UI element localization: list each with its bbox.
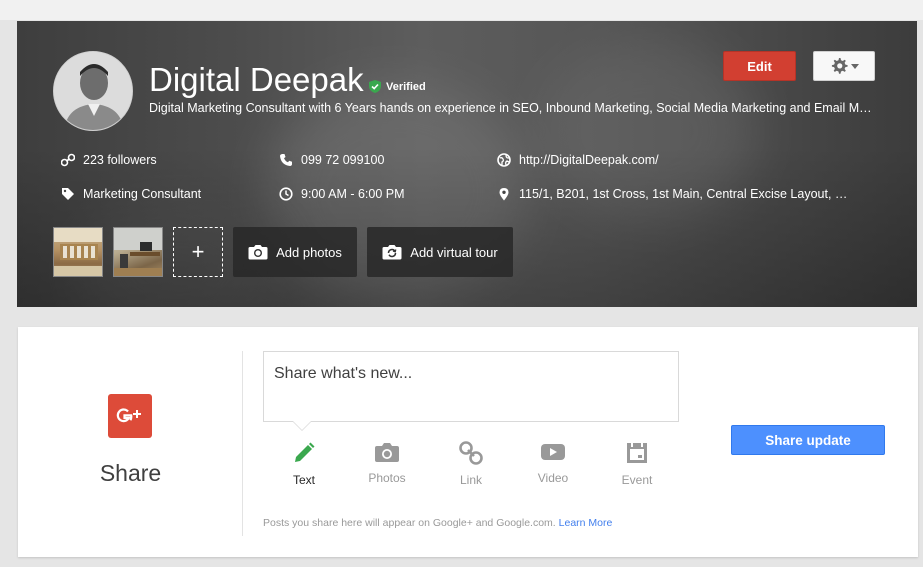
share-divider <box>242 351 243 536</box>
tag-icon <box>61 187 75 201</box>
photo-thumbnail[interactable] <box>113 227 163 277</box>
add-photo-tile[interactable]: + <box>173 227 223 277</box>
phone-info[interactable]: 099 72 099100 <box>279 153 479 167</box>
camera-icon <box>248 245 268 260</box>
add-virtual-tour-button[interactable]: Add virtual tour <box>367 227 513 277</box>
share-type-label: Link <box>459 473 482 487</box>
share-footnote: Posts you share here will appear on Goog… <box>263 517 612 529</box>
verified-shield-icon <box>369 80 381 93</box>
add-photos-button[interactable]: Add photos <box>233 227 357 277</box>
hours-info[interactable]: 9:00 AM - 6:00 PM <box>279 187 479 201</box>
globe-icon <box>497 153 511 167</box>
verified-label: Verified <box>386 80 426 93</box>
share-type-text[interactable]: Text <box>274 441 334 487</box>
website-info[interactable]: http://DigitalDeepak.com/ <box>497 153 797 167</box>
share-type-link[interactable]: Link <box>441 441 501 487</box>
photo-thumbnail[interactable] <box>53 227 103 277</box>
address-text: 115/1, B201, 1st Cross, 1st Main, Centra… <box>519 187 855 201</box>
opening-hours: 9:00 AM - 6:00 PM <box>301 187 405 201</box>
rotate-camera-icon <box>382 245 402 260</box>
workspace-photo-image <box>114 228 162 276</box>
profile-header: Digital Deepak Verified Digital Marketin… <box>17 21 917 307</box>
share-type-label: Photos <box>368 471 406 485</box>
profile-tagline: Digital Marketing Consultant with 6 Year… <box>149 101 877 115</box>
add-virtual-tour-label: Add virtual tour <box>410 244 498 260</box>
share-title: Share <box>99 460 162 486</box>
share-type-video[interactable]: Video <box>523 441 583 485</box>
share-footnote-text: Posts you share here will appear on Goog… <box>263 517 556 529</box>
business-category: Marketing Consultant <box>83 187 202 201</box>
verified-badge: Verified <box>369 80 426 93</box>
google-plus-icon <box>108 394 152 438</box>
share-update-button[interactable]: Share update <box>731 425 885 455</box>
learn-more-link[interactable]: Learn More <box>559 517 613 529</box>
avatar-portrait <box>54 52 132 130</box>
video-icon <box>541 444 565 460</box>
avatar[interactable] <box>53 51 133 131</box>
share-type-photos[interactable]: Photos <box>357 441 417 485</box>
share-type-label: Event <box>621 473 653 487</box>
followers-count: 223 followers <box>83 153 157 167</box>
share-box: Share Share what's new... Text Photos Li… <box>18 327 918 557</box>
category-info: Marketing Consultant <box>61 187 261 201</box>
gear-icon <box>831 58 848 74</box>
website-link[interactable]: http://DigitalDeepak.com/ <box>519 153 659 167</box>
share-input[interactable]: Share what's new... <box>263 351 679 422</box>
map-pin-icon <box>497 187 511 201</box>
link-icon <box>459 441 483 465</box>
settings-menu-button[interactable] <box>813 51 875 81</box>
share-type-event[interactable]: Event <box>607 441 667 487</box>
followers-info[interactable]: 223 followers <box>61 153 261 167</box>
phone-icon <box>279 153 293 167</box>
pencil-icon <box>295 442 315 462</box>
clock-icon <box>279 187 293 201</box>
input-pointer-fill <box>293 421 311 430</box>
chevron-down-icon <box>850 63 859 69</box>
share-type-label: Video <box>537 471 569 485</box>
camera-icon <box>375 443 399 462</box>
phone-number: 099 72 099100 <box>301 153 385 167</box>
profile-name: Digital Deepak <box>149 61 364 98</box>
top-bar <box>0 0 923 20</box>
address-info[interactable]: 115/1, B201, 1st Cross, 1st Main, Centra… <box>497 187 855 201</box>
add-photos-label: Add photos <box>276 244 342 260</box>
link-chain-icon <box>61 153 75 167</box>
share-type-label: Text <box>292 473 315 487</box>
office-photo-image <box>54 228 102 276</box>
edit-button[interactable]: Edit <box>723 51 796 81</box>
event-icon <box>627 443 647 463</box>
